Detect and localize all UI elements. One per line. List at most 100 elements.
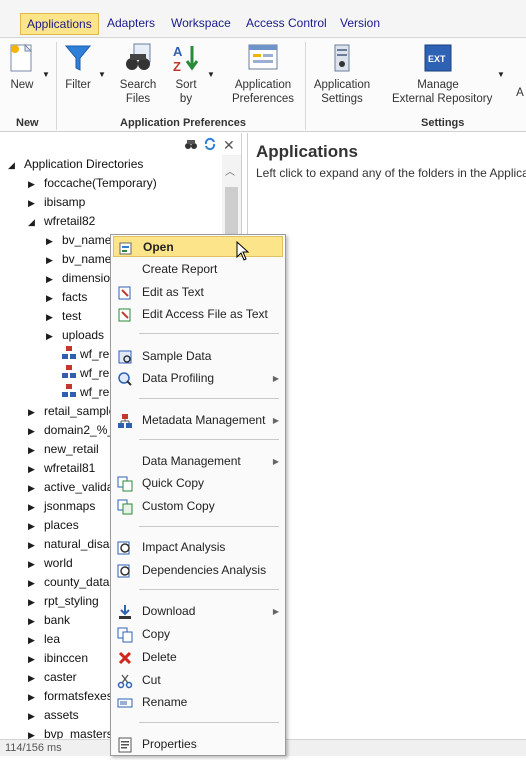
collapsed-triangle-icon: ▶ <box>28 198 35 208</box>
new-button[interactable]: New <box>6 42 38 92</box>
collapsed-triangle-icon: ▶ <box>28 635 35 645</box>
tree-item[interactable]: ▶ rpt_styling <box>28 592 99 611</box>
filter-dropdown-caret[interactable]: ▼ <box>98 70 106 79</box>
tree-item[interactable]: ▶ new_retail <box>28 440 99 459</box>
collapsed-triangle-icon: ▶ <box>28 559 35 569</box>
menu-item-metadata-management[interactable]: Metadata Management ▶ <box>113 410 283 431</box>
filter-button[interactable]: Filter <box>62 42 94 92</box>
collapsed-triangle-icon: ▶ <box>46 293 53 303</box>
menu-item-delete[interactable]: Delete <box>113 647 283 668</box>
menu-tab-workspace[interactable]: Workspace <box>165 13 237 35</box>
menu-item-sample-data[interactable]: Sample Data <box>113 346 283 367</box>
tree-root[interactable]: ◢ Application Directories <box>8 155 143 174</box>
tree-item[interactable]: ▶ natural_disas <box>28 535 115 554</box>
funnel-icon <box>62 42 94 74</box>
menu-tab-adapters[interactable]: Adapters <box>101 13 161 35</box>
tree-item[interactable]: ▶ ibinccen <box>28 649 88 668</box>
menu-item-copy[interactable]: Copy <box>113 624 283 645</box>
synonym-file-icon <box>62 384 76 398</box>
collapsed-triangle-icon: ▶ <box>28 711 35 721</box>
collapsed-triangle-icon: ▶ <box>28 730 35 739</box>
tree-item[interactable]: ▶ formatsfexes <box>28 687 113 706</box>
collapsed-triangle-icon: ▶ <box>28 616 35 626</box>
tree-item[interactable]: ▶ foccache(Temporary) <box>28 174 157 193</box>
tree-item[interactable]: ▶ active_valida <box>28 478 113 497</box>
collapsed-triangle-icon: ▶ <box>28 502 35 512</box>
truncated-ribbon-button[interactable]: A <box>514 86 526 100</box>
binoculars-small-icon[interactable] <box>184 137 198 153</box>
tree-item[interactable]: ▶ bv_name <box>46 250 111 269</box>
menu-tab-applications[interactable]: Applications <box>20 13 99 35</box>
menu-item-edit-as-text[interactable]: Edit as Text <box>113 282 283 303</box>
menu-item-edit-access-file[interactable]: Edit Access File as Text <box>113 304 283 325</box>
tree-item[interactable]: ▶ places <box>28 516 79 535</box>
tree-item[interactable]: ▶ wfretail81 <box>28 459 95 478</box>
application-preferences-button[interactable]: Application Preferences <box>232 42 294 106</box>
tree-file-item[interactable]: wf_re <box>62 364 109 383</box>
rename-icon <box>117 695 133 711</box>
tree-item[interactable]: ▶ assets <box>28 706 79 725</box>
tree-item[interactable]: ▶ world <box>28 554 73 573</box>
tree-item[interactable]: ▶ bv_name <box>46 231 111 250</box>
delete-x-icon <box>117 650 133 666</box>
tree-item[interactable]: ▶ county_data <box>28 573 109 592</box>
applications-content-panel: Applications Left click to expand any of… <box>247 133 526 739</box>
menu-item-properties[interactable]: Properties <box>113 734 283 755</box>
application-settings-button[interactable]: Application Settings <box>313 42 371 106</box>
menu-item-data-management[interactable]: Data Management ▶ <box>113 451 283 472</box>
tree-item[interactable]: ▶ caster <box>28 668 77 687</box>
menu-item-data-profiling[interactable]: Data Profiling ▶ <box>113 368 283 389</box>
ribbon-separator <box>56 42 57 130</box>
menu-item-custom-copy[interactable]: Custom Copy <box>113 496 283 517</box>
new-document-icon <box>6 42 38 74</box>
manage-external-repository-button[interactable]: EXT Manage External Repository <box>392 42 492 106</box>
refresh-icon[interactable] <box>203 137 217 153</box>
tree-item[interactable]: ▶ lea <box>28 630 60 649</box>
tree-item[interactable]: ▶ test <box>46 307 81 326</box>
tree-item[interactable]: ▶ facts <box>46 288 87 307</box>
close-icon[interactable]: ✕ <box>223 137 235 153</box>
tree-item[interactable]: ▶ bvp_masters <box>28 725 113 739</box>
sort-by-button[interactable]: AZ Sort by <box>170 42 202 106</box>
tree-file-item[interactable]: wf_re <box>62 345 109 364</box>
synonym-file-icon <box>62 346 76 360</box>
menu-item-create-report[interactable]: Create Report <box>113 259 283 280</box>
scroll-up-arrow-icon[interactable]: ︿ <box>225 163 235 178</box>
scrollbar-thumb[interactable] <box>225 187 238 237</box>
sort-dropdown-caret[interactable]: ▼ <box>207 70 215 79</box>
menu-item-quick-copy[interactable]: Quick Copy <box>113 473 283 494</box>
tree-item[interactable]: ▶ jsonmaps <box>28 497 95 516</box>
tree-item[interactable]: ▶ retail_sample <box>28 402 115 421</box>
new-dropdown-caret[interactable]: ▼ <box>42 70 50 79</box>
search-files-button[interactable]: Search Files <box>118 42 158 106</box>
tree-item[interactable]: ▶ dimensio <box>46 269 110 288</box>
collapsed-triangle-icon: ▶ <box>46 312 53 322</box>
menu-item-open[interactable]: Open <box>113 236 283 257</box>
collapsed-triangle-icon: ▶ <box>46 255 53 265</box>
expanded-triangle-icon: ◢ <box>28 217 35 227</box>
svg-text:EXT: EXT <box>428 54 446 64</box>
svg-text:Z: Z <box>173 59 181 74</box>
menu-item-cut[interactable]: Cut <box>113 670 283 691</box>
tree-item[interactable]: ▶ uploads <box>46 326 104 345</box>
ribbon-toolbar: New ▼ Filter ▼ Search Files AZ Sort by ▼… <box>0 38 526 132</box>
menu-separator <box>139 333 279 334</box>
collapsed-triangle-icon: ▶ <box>28 179 35 189</box>
tree-item[interactable]: ▶ bank <box>28 611 70 630</box>
tree-item[interactable]: ◢ wfretail82 <box>28 212 95 231</box>
tree-file-item[interactable]: wf_re <box>62 383 109 402</box>
quick-copy-icon <box>117 476 133 492</box>
menu-separator <box>139 398 279 399</box>
collapsed-triangle-icon: ▶ <box>46 236 53 246</box>
tree-item[interactable]: ▶ domain2_%_ <box>28 421 114 440</box>
more-dropdown-caret[interactable]: ▼ <box>497 70 505 79</box>
menu-tab-access-control[interactable]: Access Control <box>240 13 333 35</box>
dependencies-analysis-icon <box>117 563 133 579</box>
menu-item-dependencies-analysis[interactable]: Dependencies Analysis <box>113 560 283 581</box>
menu-item-rename[interactable]: Rename <box>113 692 283 713</box>
menu-separator <box>139 439 279 440</box>
menu-item-impact-analysis[interactable]: Impact Analysis <box>113 537 283 558</box>
tree-item[interactable]: ▶ ibisamp <box>28 193 85 212</box>
menu-tab-version[interactable]: Version <box>334 13 386 35</box>
menu-item-download[interactable]: Download ▶ <box>113 601 283 622</box>
